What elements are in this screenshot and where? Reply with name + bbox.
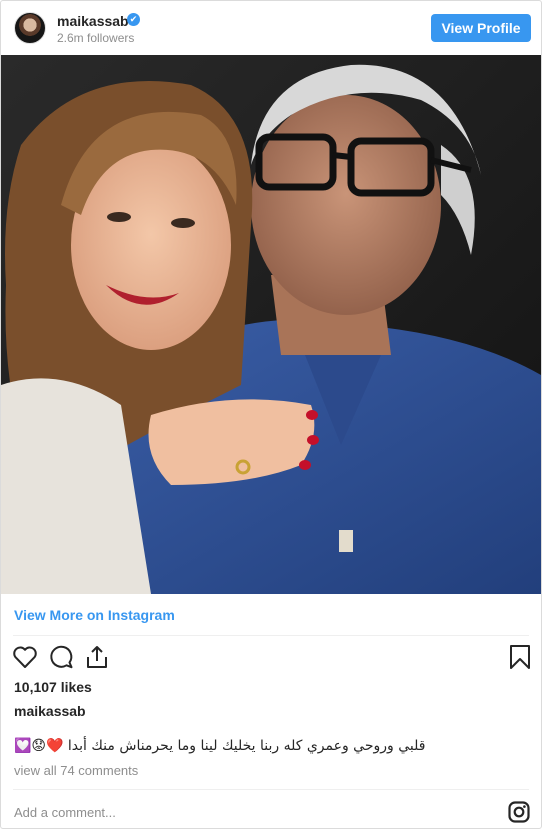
caption-username[interactable]: maikassab <box>14 703 86 719</box>
post-header: maikassab ✔ 2.6m followers View Profile <box>1 1 541 55</box>
instagram-icon[interactable] <box>508 801 530 823</box>
username-link[interactable]: maikassab <box>57 13 129 29</box>
bookmark-icon[interactable] <box>507 644 533 670</box>
avatar[interactable] <box>14 12 46 44</box>
comment-icon[interactable] <box>48 644 74 670</box>
like-count[interactable]: 10,107 likes <box>14 679 92 695</box>
heart-icon[interactable] <box>12 644 38 670</box>
post-photo[interactable] <box>1 55 541 594</box>
view-comments-link[interactable]: view all 74 comments <box>14 763 138 778</box>
view-more-link[interactable]: View More on Instagram <box>14 607 175 623</box>
instagram-embed-card: maikassab ✔ 2.6m followers View Profile <box>0 0 542 829</box>
follower-count: 2.6m followers <box>57 31 135 45</box>
verified-badge-icon: ✔ <box>127 13 140 26</box>
photo-illustration <box>1 55 541 594</box>
view-profile-button[interactable]: View Profile <box>431 14 531 42</box>
share-icon[interactable] <box>84 644 110 670</box>
add-comment-input[interactable]: Add a comment... <box>14 805 116 820</box>
caption-text: قلبي وروحي وعمري كله ربنا يخليك لينا وما… <box>14 738 426 754</box>
divider <box>13 635 529 636</box>
divider <box>13 789 529 790</box>
